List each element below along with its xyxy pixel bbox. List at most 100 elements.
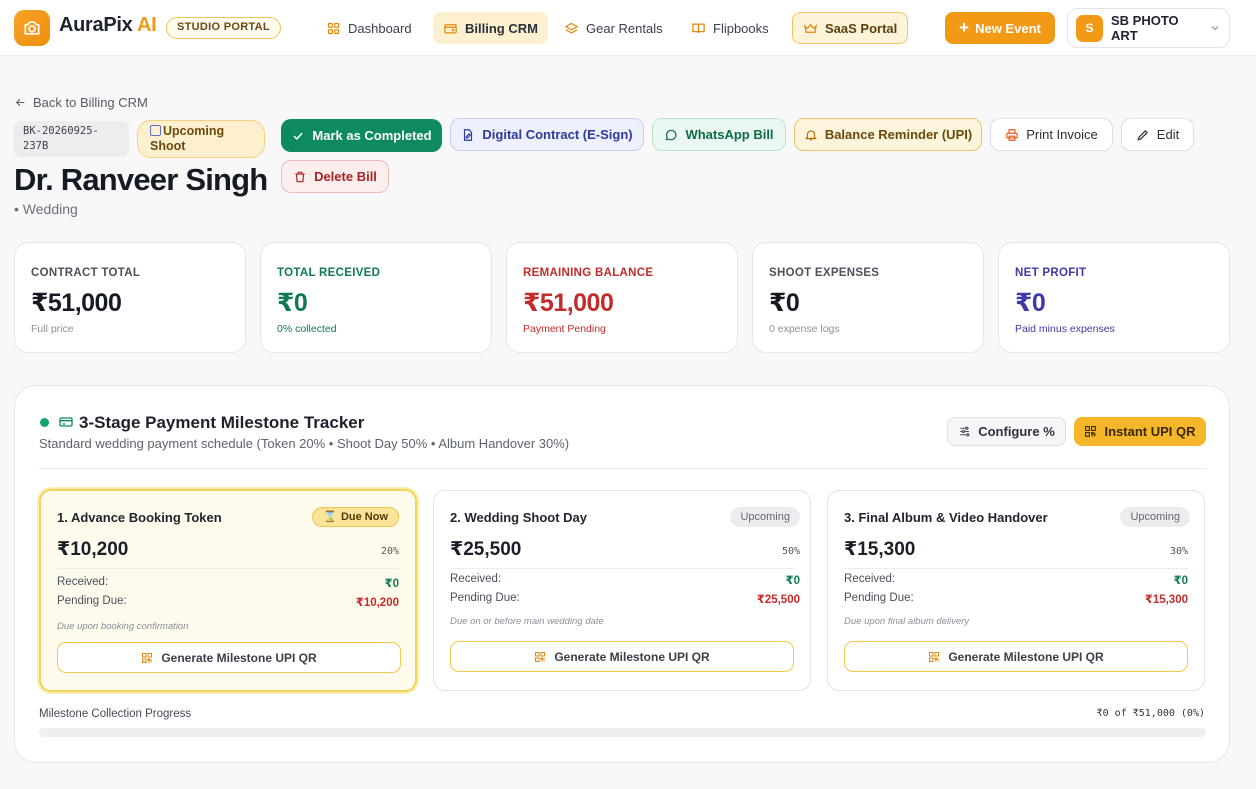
milestone-title: 2. Wedding Shoot Day (450, 510, 587, 525)
upcoming-badge: Upcoming (730, 507, 800, 527)
generate-milestone-qr-button[interactable]: Generate Milestone UPI QR (450, 641, 794, 672)
progress-bar (39, 728, 1206, 737)
stat-sub: Full price (31, 323, 74, 335)
nav-label: Flipbooks (713, 20, 769, 36)
camera-logo-icon[interactable] (14, 10, 50, 46)
page-title: Dr. Ranveer Singh (14, 162, 268, 197)
stat-contract-total: CONTRACT TOTAL ₹51,000 Full price (14, 242, 246, 353)
milestone-title: 3. Final Album & Video Handover (844, 510, 1048, 525)
hourglass-icon: ⌛ (323, 511, 337, 523)
received-row: Received: ₹0 (844, 573, 1188, 587)
due-now-badge: ⌛ Due Now (312, 507, 399, 527)
configure-percent-button[interactable]: Configure % (947, 417, 1066, 446)
nav-dashboard[interactable]: Dashboard (316, 12, 422, 44)
milestone-percent: 20% (380, 546, 399, 557)
trash-icon (295, 171, 305, 182)
mark-completed-button[interactable]: Mark as Completed (281, 119, 442, 152)
printer-icon (1006, 128, 1019, 141)
milestone-card-2: 2. Wedding Shoot Day Upcoming ₹25,500 50… (433, 490, 811, 691)
stat-label: SHOOT EXPENSES (769, 267, 880, 279)
stat-value: ₹51,000 (31, 289, 122, 317)
divider (844, 568, 1188, 569)
account-switcher[interactable]: S SB PHOTO ART (1067, 8, 1230, 48)
new-event-button[interactable]: + New Event (945, 12, 1055, 44)
received-row: Received: ₹0 (57, 576, 399, 590)
stat-value: ₹0 (769, 289, 800, 317)
brand-name[interactable]: AuraPix AI (59, 14, 157, 37)
status-dot (40, 418, 49, 427)
nav-saas-portal[interactable]: SaaS Portal (792, 12, 909, 44)
bell-icon (804, 129, 817, 140)
pending-row: Pending Due: ₹15,300 (844, 592, 1188, 606)
stat-remaining-balance: REMAINING BALANCE ₹51,000 Payment Pendin… (506, 242, 738, 353)
divider (57, 568, 399, 569)
nav-billing-crm[interactable]: Billing CRM (433, 12, 548, 44)
milestone-amount: ₹10,200 (57, 539, 129, 560)
book-icon (692, 23, 705, 33)
panel-subtitle: Standard wedding payment schedule (Token… (39, 436, 570, 451)
milestone-note: Due upon booking confirmation (57, 621, 189, 632)
upcoming-badge: Upcoming (1120, 507, 1190, 527)
stat-sub: 0 expense logs (769, 323, 840, 335)
panel-title: 3-Stage Payment Milestone Tracker (79, 413, 365, 432)
nav-label: Dashboard (348, 20, 412, 36)
progress-label: Milestone Collection Progress (39, 708, 192, 720)
pending-row: Pending Due: ₹10,200 (57, 595, 399, 609)
milestone-title: 1. Advance Booking Token (57, 510, 222, 525)
generate-milestone-qr-button[interactable]: Generate Milestone UPI QR (844, 641, 1188, 672)
stat-shoot-expenses: SHOOT EXPENSES ₹0 0 expense logs (752, 242, 984, 353)
stat-label: CONTRACT TOTAL (31, 267, 141, 279)
delete-bill-button[interactable]: Delete Bill (281, 160, 389, 193)
stat-value: ₹0 (277, 289, 308, 317)
digital-contract-button[interactable]: Digital Contract (E-Sign) (450, 118, 644, 151)
chat-bubble-icon (665, 129, 677, 141)
sliders-icon (960, 426, 970, 437)
calendar-icon (150, 125, 161, 136)
credit-card-icon (59, 417, 73, 427)
milestone-card-3: 3. Final Album & Video Handover Upcoming… (827, 490, 1205, 691)
event-type: • Wedding (14, 201, 78, 217)
print-invoice-button[interactable]: Print Invoice (990, 118, 1113, 151)
top-bar: AuraPix AI STUDIO PORTAL Dashboard Billi… (0, 0, 1256, 56)
milestone-percent: 50% (781, 546, 800, 557)
qr-code-icon (142, 652, 153, 663)
chevron-down-icon (1211, 26, 1219, 31)
milestone-tracker-panel: 3-Stage Payment Milestone Tracker Standa… (14, 385, 1230, 763)
avatar: S (1076, 14, 1103, 42)
edit-button[interactable]: Edit (1121, 118, 1194, 151)
stat-sub: Payment Pending (523, 323, 606, 335)
stat-net-profit: NET PROFIT ₹0 Paid minus expenses (998, 242, 1230, 353)
generate-milestone-qr-button[interactable]: Generate Milestone UPI QR (57, 642, 401, 673)
stat-sub: 0% collected (277, 323, 337, 335)
whatsapp-bill-button[interactable]: WhatsApp Bill (652, 118, 786, 151)
divider (39, 468, 1206, 469)
milestone-percent: 30% (1169, 546, 1188, 557)
studio-portal-chip: STUDIO PORTAL (166, 17, 281, 39)
back-to-billing-link[interactable]: Back to Billing CRM (14, 95, 148, 110)
pencil-icon (1137, 129, 1148, 140)
nav-gear-rentals[interactable]: Gear Rentals (554, 12, 673, 44)
instant-upi-qr-button[interactable]: Instant UPI QR (1074, 417, 1206, 446)
balance-reminder-button[interactable]: Balance Reminder (UPI) (794, 118, 982, 151)
divider (450, 568, 794, 569)
nav-label: Gear Rentals (586, 20, 663, 36)
stat-label: TOTAL RECEIVED (277, 267, 381, 279)
milestone-note: Due upon final album delivery (844, 616, 970, 627)
stat-sub: Paid minus expenses (1015, 323, 1115, 335)
progress-value: ₹0 of ₹51,000 (0%) (1096, 708, 1205, 719)
nav-label: Billing CRM (465, 20, 538, 36)
milestone-amount: ₹15,300 (844, 539, 916, 560)
stat-total-received: TOTAL RECEIVED ₹0 0% collected (260, 242, 492, 353)
layers-icon (564, 22, 579, 34)
qr-code-icon (929, 651, 940, 662)
milestone-amount: ₹25,500 (450, 539, 522, 560)
crown-icon (803, 23, 818, 33)
arrow-left-icon (15, 98, 25, 107)
document-edit-icon (464, 128, 473, 141)
milestone-card-1: 1. Advance Booking Token ⌛ Due Now ₹10,20… (39, 489, 417, 692)
nav-flipbooks[interactable]: Flipbooks (681, 12, 779, 44)
wallet-icon (444, 23, 457, 33)
status-badge: Upcoming Shoot (137, 120, 265, 158)
received-row: Received: ₹0 (450, 573, 800, 587)
stat-value: ₹51,000 (523, 289, 614, 317)
